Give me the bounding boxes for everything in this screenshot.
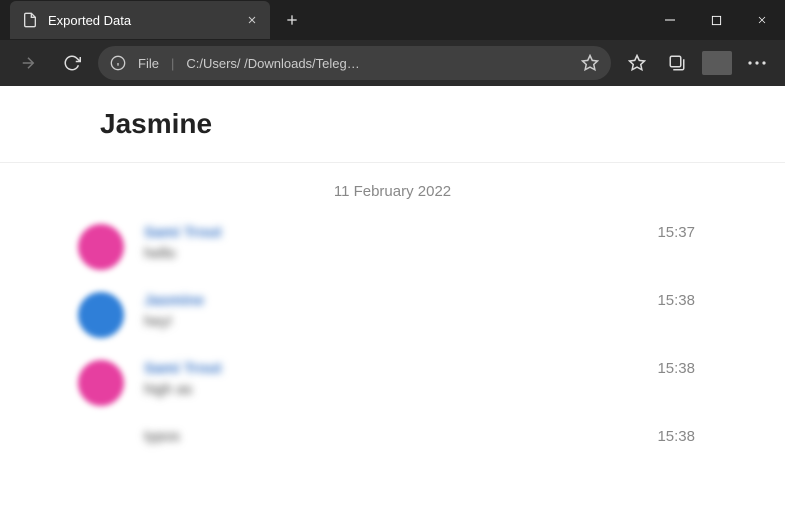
address-bar[interactable]: File | C:/Users/ /Downloads/Teleg… <box>98 46 611 80</box>
maximize-button[interactable] <box>693 0 739 40</box>
message-body: typos <box>144 428 707 445</box>
message-item: typos 15:38 <box>78 428 707 474</box>
toolbar-right <box>619 45 775 81</box>
tab-close-icon[interactable] <box>246 14 258 26</box>
message-body: Sami Trout high as <box>144 360 707 398</box>
tab-bar: Exported Data <box>0 0 785 40</box>
message-time: 15:38 <box>657 292 695 309</box>
browser-tab[interactable]: Exported Data <box>10 1 270 39</box>
page-content: Jasmine 11 February 2022 Sami Trout hell… <box>0 86 785 519</box>
forward-button <box>10 45 46 81</box>
message-time: 15:37 <box>657 224 695 241</box>
message-sender: Sami Trout <box>144 224 707 241</box>
address-path: C:/Users/ /Downloads/Teleg… <box>186 56 569 71</box>
message-body: Jasmine hey! <box>144 292 707 330</box>
info-icon[interactable] <box>110 55 126 71</box>
avatar <box>78 224 124 270</box>
file-icon <box>22 12 38 28</box>
browser-toolbar: File | C:/Users/ /Downloads/Teleg… <box>0 40 785 86</box>
message-sender: Sami Trout <box>144 360 707 377</box>
message-text: hello <box>144 245 707 262</box>
avatar <box>78 360 124 406</box>
message-item: Sami Trout high as 15:38 <box>78 360 707 406</box>
window-controls <box>647 0 785 40</box>
close-button[interactable] <box>739 0 785 40</box>
message-item: Jasmine hey! 15:38 <box>78 292 707 338</box>
address-scheme: File <box>138 56 159 71</box>
minimize-button[interactable] <box>647 0 693 40</box>
collections-button[interactable] <box>659 45 695 81</box>
new-tab-button[interactable] <box>284 12 314 28</box>
profile-button[interactable] <box>699 45 735 81</box>
tab-title: Exported Data <box>48 13 131 28</box>
menu-button[interactable] <box>739 45 775 81</box>
avatar <box>78 292 124 338</box>
chat-title: Jasmine <box>0 86 785 163</box>
message-text: high as <box>144 381 707 398</box>
message-body: Sami Trout hello <box>144 224 707 262</box>
message-time: 15:38 <box>657 360 695 377</box>
address-separator: | <box>171 56 174 71</box>
message-list: Sami Trout hello 15:37 Jasmine hey! 15:3… <box>0 224 785 474</box>
message-item: Sami Trout hello 15:37 <box>78 224 707 270</box>
favorites-button[interactable] <box>619 45 655 81</box>
browser-chrome: Exported Data <box>0 0 785 86</box>
add-favorite-icon[interactable] <box>581 54 599 72</box>
message-text: typos <box>144 428 707 445</box>
message-time: 15:38 <box>657 428 695 445</box>
message-text: hey! <box>144 313 707 330</box>
refresh-button[interactable] <box>54 45 90 81</box>
message-sender: Jasmine <box>144 292 707 309</box>
date-divider: 11 February 2022 <box>0 183 785 200</box>
avatar-placeholder <box>78 428 124 474</box>
